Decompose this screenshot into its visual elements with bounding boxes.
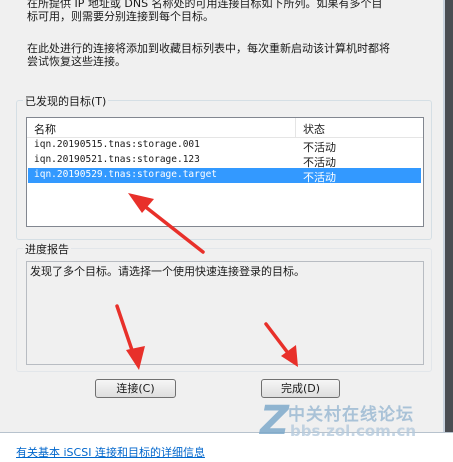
intro-line-1: 在所提供 IP 地址或 DNS 名称处的可用连接目标如下所列。如果有多个目 — [27, 0, 383, 10]
intro-line-4: 尝试恢复这些连接。 — [27, 55, 126, 68]
progress-report-box: 发现了多个目标。请选择一个使用快速连接登录的目标。 — [26, 261, 424, 365]
progress-report-group: 进度报告 发现了多个目标。请选择一个使用快速连接登录的目标。 — [16, 241, 432, 372]
targets-listview[interactable]: 名称 状态 iqn.20190515.tnas:storage.001 不活动 … — [26, 117, 424, 227]
watermark-logo: Z — [260, 398, 290, 444]
connect-button[interactable]: 连接(C) — [95, 379, 176, 398]
intro-line-2: 标可用，则需要分别连接到每个目标。 — [27, 10, 214, 23]
intro-text: 在所提供 IP 地址或 DNS 名称处的可用连接目标如下所列。如果有多个目 标可… — [27, 0, 437, 68]
watermark-url: bbs.zol.com.cn — [290, 422, 417, 440]
listview-header: 名称 状态 — [27, 118, 423, 138]
target-row[interactable]: iqn.20190521.tnas:storage.123 不活动 — [28, 153, 421, 169]
target-name: iqn.20190529.tnas:storage.target — [34, 169, 218, 180]
target-row-selected[interactable]: iqn.20190529.tnas:storage.target 不活动 — [28, 168, 421, 184]
column-header-name[interactable]: 名称 — [34, 121, 56, 137]
target-row[interactable]: iqn.20190515.tnas:storage.001 不活动 — [28, 138, 421, 154]
column-separator[interactable] — [295, 118, 296, 137]
zol-watermark: Z 中关村在线论坛 bbs.zol.com.cn — [250, 392, 450, 448]
discovered-targets-label: 已发现的目标(T) — [23, 93, 109, 109]
column-header-status[interactable]: 状态 — [303, 121, 325, 137]
target-name: iqn.20190515.tnas:storage.001 — [34, 139, 200, 150]
intro-line-3: 在此处进行的连接将添加到收藏目标列表中，每次重新启动该计算机时都将 — [27, 42, 390, 55]
target-status: 不活动 — [303, 171, 336, 184]
progress-report-label: 进度报告 — [23, 241, 71, 257]
discovered-targets-group: 已发现的目标(T) 名称 状态 iqn.20190515.tnas:storag… — [16, 93, 432, 240]
progress-message: 发现了多个目标。请选择一个使用快速连接登录的目标。 — [30, 265, 305, 278]
target-name: iqn.20190521.tnas:storage.123 — [34, 154, 200, 165]
iscsi-help-link[interactable]: 有关基本 iSCSI 连接和目标的详细信息 — [16, 444, 205, 460]
window-frame-edge — [445, 0, 453, 432]
